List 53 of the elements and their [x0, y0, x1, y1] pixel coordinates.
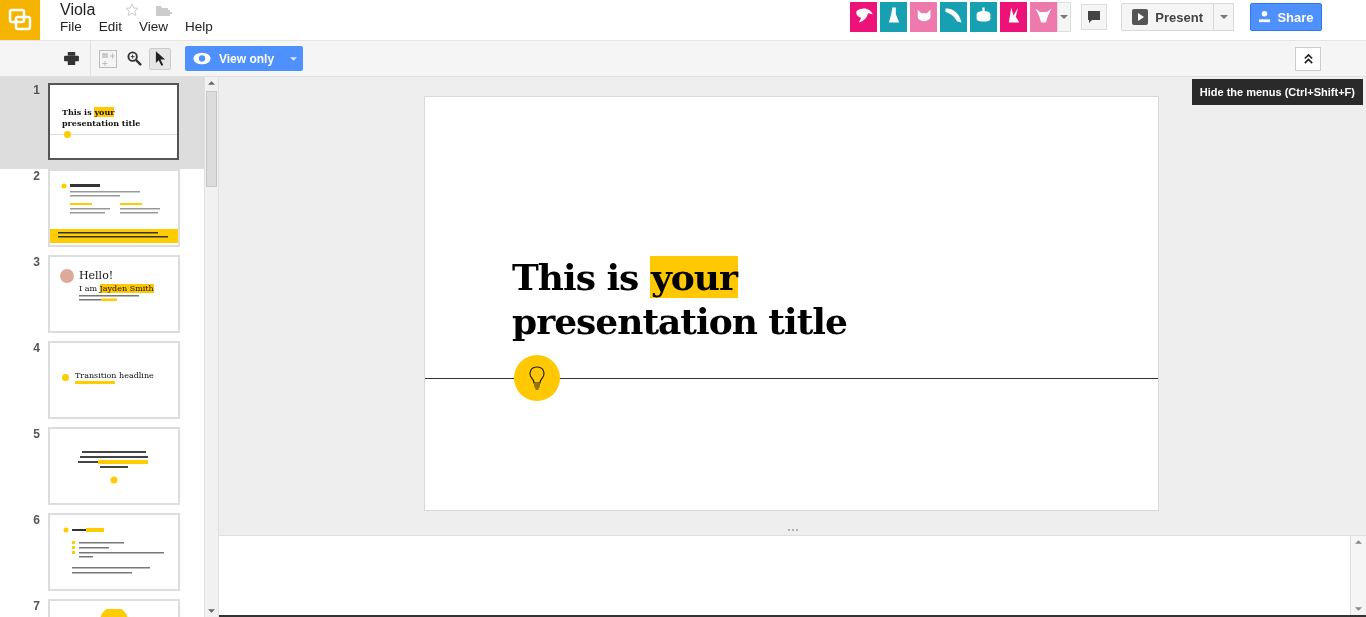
thumbnail-title: Hello!: [79, 269, 114, 282]
text-line-drawing: [75, 381, 115, 384]
slide-list-item[interactable]: 4 Transition headline: [0, 341, 204, 427]
eye-icon: [193, 52, 211, 65]
slide-number: 6: [32, 513, 41, 529]
scroll-down-icon[interactable]: [1355, 607, 1362, 611]
slide-number: 4: [32, 341, 41, 357]
caret-icon: [1219, 15, 1228, 19]
slide-add-icon: [99, 49, 117, 68]
cursor-icon: [154, 51, 166, 66]
zoom-icon: [126, 51, 142, 66]
scroll-up-icon[interactable]: [1355, 540, 1362, 544]
more-collaborators-button[interactable]: [1057, 2, 1072, 32]
present-options-button[interactable]: [1214, 3, 1234, 31]
comments-button[interactable]: [1081, 4, 1108, 30]
slide-number: 1: [32, 83, 41, 99]
slide-number: 3: [32, 255, 41, 271]
tooltip: Hide the menus (Ctrl+Shift+F): [1191, 79, 1363, 105]
select-tool-button[interactable]: [149, 47, 171, 70]
slide-title: This is your presentation title: [511, 255, 848, 343]
scroll-up-icon[interactable]: [208, 81, 215, 85]
person-icon: [1258, 9, 1272, 25]
hide-menus-button[interactable]: [1295, 46, 1321, 71]
printer-icon: [63, 52, 79, 65]
app-logo[interactable]: [0, 0, 40, 40]
slide-number: 2: [32, 169, 41, 185]
slide-list-item[interactable]: 5: [0, 427, 204, 513]
play-icon: [1132, 9, 1149, 25]
caret-icon: [1060, 15, 1069, 19]
double-chevron-up-icon: [1302, 53, 1314, 64]
scrollbar[interactable]: [204, 77, 218, 617]
slide-thumbnail[interactable]: Transition headline: [48, 341, 180, 419]
thumbnail-title: Transition headline: [75, 371, 154, 380]
slide-list-item[interactable]: 6: [0, 513, 204, 599]
slide-list-item[interactable]: 2: [0, 169, 204, 255]
slide-number: 5: [32, 427, 41, 443]
present-button[interactable]: Present: [1121, 3, 1214, 31]
menu-item[interactable]: Help: [185, 19, 227, 34]
menu-item[interactable]: Edit: [98, 19, 137, 34]
text-lines-drawing: [79, 295, 139, 303]
slide-number: 7: [32, 599, 41, 615]
document-title[interactable]: Viola: [60, 0, 96, 19]
comment-icon: [1087, 10, 1102, 24]
avatar-icon: [60, 269, 74, 283]
speaker-notes-panel[interactable]: [219, 535, 1366, 617]
slide-list-item[interactable]: 7: [0, 599, 204, 617]
caret-icon: [290, 56, 298, 61]
scroll-down-icon[interactable]: [208, 609, 215, 613]
scrollbar[interactable]: [1350, 536, 1366, 615]
menu-item[interactable]: View: [139, 19, 183, 34]
star-icon[interactable]: [125, 3, 140, 17]
menu-item[interactable]: File: [60, 19, 96, 34]
scroll-thumb[interactable]: [206, 91, 217, 187]
